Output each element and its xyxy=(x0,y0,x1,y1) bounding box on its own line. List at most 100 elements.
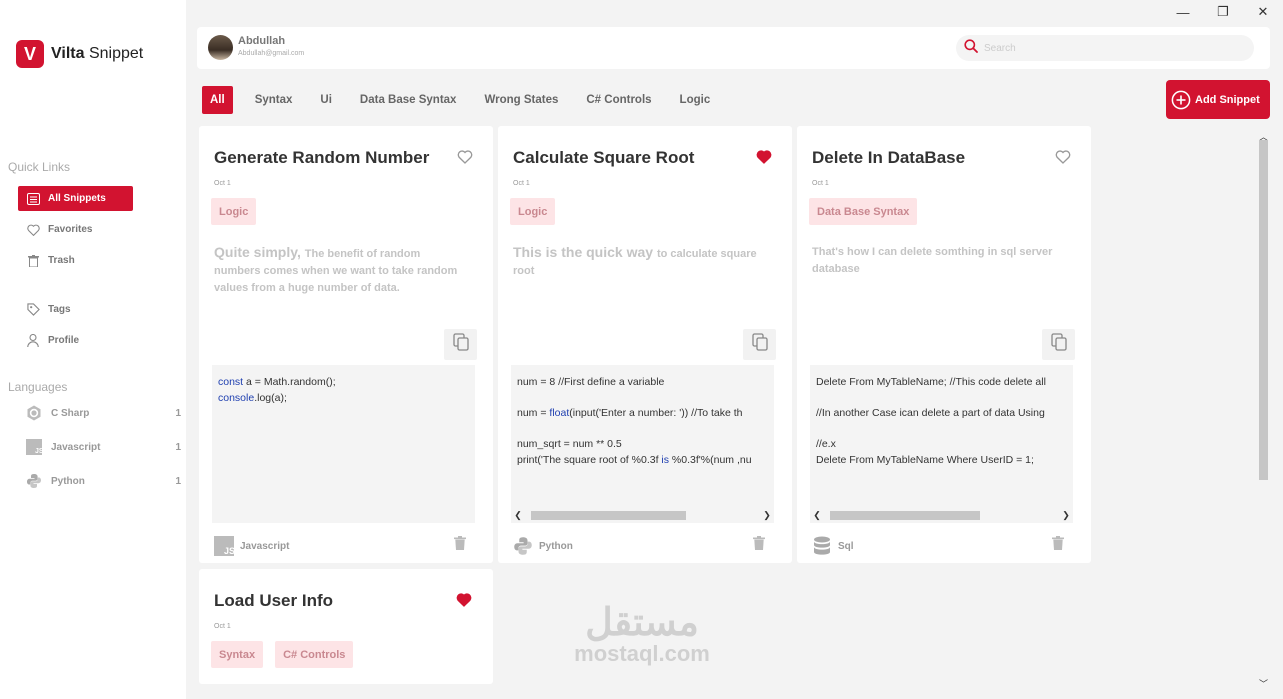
snippet-language: Python xyxy=(513,536,573,556)
favorite-heart-icon[interactable] xyxy=(756,149,772,165)
svg-text:JS: JS xyxy=(224,546,234,556)
scroll-thumb[interactable] xyxy=(830,511,980,520)
snippet-language: Sql xyxy=(812,536,854,556)
add-snippet-label: Add Snippet xyxy=(1195,93,1260,106)
tab-csharp-controls[interactable]: C# Controls xyxy=(575,86,662,114)
language-label: Python xyxy=(539,540,573,552)
snippet-title: Generate Random Number xyxy=(214,148,430,167)
delete-trash-icon[interactable] xyxy=(1052,536,1066,552)
tag-chip[interactable]: Data Base Syntax xyxy=(809,198,918,225)
snippet-date: Oct 1 xyxy=(214,623,231,630)
scroll-right-icon[interactable]: ❯ xyxy=(760,510,774,521)
snippet-language: JS Javascript xyxy=(214,536,289,556)
tag-chip[interactable]: C# Controls xyxy=(275,641,354,668)
tag-chip[interactable]: Syntax xyxy=(211,641,264,668)
horizontal-scrollbar[interactable]: ❮ ❯ xyxy=(511,508,774,523)
scroll-thumb[interactable] xyxy=(1259,140,1268,480)
watermark-logo: مستقل mostaql.com xyxy=(562,603,722,665)
scroll-down-icon[interactable]: ﹀ xyxy=(1256,677,1271,690)
copy-icon xyxy=(1050,333,1067,356)
code-line: //e.x xyxy=(816,438,836,450)
horizontal-scrollbar[interactable]: ❮ ❯ xyxy=(810,508,1073,523)
snippet-title: Delete In DataBase xyxy=(812,148,966,167)
tag-chip[interactable]: Logic xyxy=(510,198,556,225)
logo-mark: V xyxy=(16,40,44,68)
maximize-button[interactable]: ❐ xyxy=(1203,0,1243,24)
javascript-icon: JS xyxy=(214,536,234,556)
code-line: num = float(input('Enter a number: ')) /… xyxy=(517,407,743,419)
copy-button[interactable] xyxy=(743,329,776,360)
language-label: Javascript xyxy=(240,540,290,552)
language-count: 1 xyxy=(175,441,181,453)
snippet-card[interactable]: Calculate Square Root Oct 1 Logic This i… xyxy=(498,126,792,563)
sidebar-item-favorites[interactable]: Favorites xyxy=(18,217,133,242)
code-block[interactable]: num = 8 //First define a variable num = … xyxy=(511,365,774,523)
copy-button[interactable] xyxy=(1042,329,1075,360)
copy-icon xyxy=(751,333,768,356)
tab-all[interactable]: All xyxy=(202,86,233,114)
delete-trash-icon[interactable] xyxy=(454,536,468,552)
snippet-date: Oct 1 xyxy=(214,180,231,187)
watermark-latin: mostaql.com xyxy=(574,641,710,666)
list-icon xyxy=(26,192,40,206)
code-line: //In another Case ican delete a part of … xyxy=(816,407,1045,419)
vertical-scrollbar[interactable]: ︿ ﹀ xyxy=(1256,130,1271,690)
language-count: 1 xyxy=(175,407,181,419)
code-line: console.log(a); xyxy=(218,391,287,404)
tab-ui[interactable]: Ui xyxy=(309,86,343,114)
app-logo[interactable]: V Vilta Snippet xyxy=(16,40,143,68)
scroll-right-icon[interactable]: ❯ xyxy=(1059,510,1073,521)
language-item-csharp[interactable]: C Sharp 1 xyxy=(25,403,183,423)
user-name: Abdullah xyxy=(238,35,286,47)
search-box[interactable] xyxy=(956,35,1254,61)
sidebar-item-tags[interactable]: Tags xyxy=(18,297,133,322)
copy-button[interactable] xyxy=(444,329,477,360)
sidebar-item-profile[interactable]: Profile xyxy=(18,328,133,353)
tag-chip[interactable]: Logic xyxy=(211,198,257,225)
snippet-description: That's how I can delete somthing in sql … xyxy=(812,246,1053,275)
code-line: const a = Math.random(); xyxy=(218,376,336,388)
language-item-javascript[interactable]: JS Javascript 1 xyxy=(25,437,183,457)
scroll-thumb[interactable] xyxy=(531,511,686,520)
sidebar-item-label: Tags xyxy=(48,304,71,315)
sidebar-item-label: All Snippets xyxy=(48,193,106,204)
snippet-date: Oct 1 xyxy=(513,180,530,187)
scroll-track[interactable] xyxy=(525,511,760,520)
favorite-heart-icon[interactable] xyxy=(457,149,473,165)
filter-tabs: All Syntax Ui Data Base Syntax Wrong Sta… xyxy=(202,86,727,114)
snippet-tags: Data Base Syntax xyxy=(809,198,929,225)
sidebar-item-label: Profile xyxy=(48,335,80,346)
tab-data-base-syntax[interactable]: Data Base Syntax xyxy=(349,86,468,114)
favorite-heart-icon[interactable] xyxy=(456,592,472,608)
snippet-card[interactable]: Generate Random Number Oct 1 Logic Quite… xyxy=(199,126,493,563)
app-name: Vilta Snippet xyxy=(51,45,144,62)
add-snippet-button[interactable]: Add Snippet xyxy=(1166,80,1270,119)
tab-logic[interactable]: Logic xyxy=(669,86,722,114)
avatar[interactable] xyxy=(208,35,233,60)
scroll-left-icon[interactable]: ❮ xyxy=(810,510,824,521)
snippet-card[interactable]: Load User Info Oct 1 Syntax C# Controls xyxy=(199,569,493,684)
tab-wrong-states[interactable]: Wrong States xyxy=(473,86,569,114)
close-button[interactable]: ✕ xyxy=(1243,0,1283,24)
code-block[interactable]: Delete From MyTableName; //This code del… xyxy=(810,365,1073,523)
language-label: Javascript xyxy=(51,441,101,453)
trash-icon xyxy=(26,254,40,268)
sidebar-item-all-snippets[interactable]: All Snippets xyxy=(18,186,133,211)
code-block[interactable]: const a = Math.random(); console.log(a); xyxy=(212,365,475,523)
snippet-card[interactable]: Delete In DataBase Oct 1 Data Base Synta… xyxy=(797,126,1091,563)
search-input[interactable] xyxy=(984,42,1244,54)
python-icon xyxy=(513,536,533,556)
minimize-button[interactable]: — xyxy=(1163,0,1203,24)
scroll-left-icon[interactable]: ❮ xyxy=(511,510,525,521)
delete-trash-icon[interactable] xyxy=(753,536,767,552)
sidebar-item-trash[interactable]: Trash xyxy=(18,248,133,273)
snippet-tags: Syntax C# Controls xyxy=(211,641,365,668)
code-line: num_sqrt = num ** 0.5 xyxy=(517,438,622,450)
tab-syntax[interactable]: Syntax xyxy=(244,86,304,114)
language-label: Python xyxy=(51,475,85,487)
language-item-python[interactable]: Python 1 xyxy=(25,471,183,491)
language-label: Sql xyxy=(838,540,854,552)
scroll-track[interactable] xyxy=(824,511,1059,520)
favorite-heart-icon[interactable] xyxy=(1055,149,1071,165)
python-icon xyxy=(25,473,42,490)
